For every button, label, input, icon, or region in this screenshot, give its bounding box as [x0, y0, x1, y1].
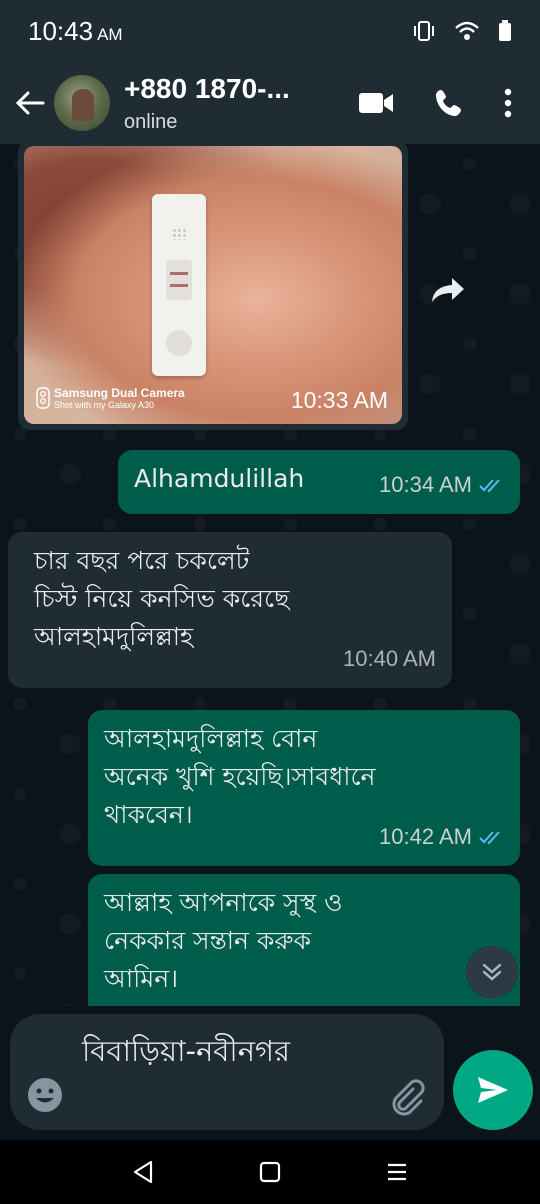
camera-icon — [36, 387, 50, 409]
contact-status: online — [124, 110, 178, 133]
back-arrow-icon — [15, 91, 45, 115]
message-text: Alhamdulillah — [134, 464, 305, 493]
camera-watermark: Samsung Dual Camera Shot with my Galaxy … — [36, 386, 185, 410]
message-meta: 10:40 AM — [343, 640, 436, 678]
status-time-value: 10:43 — [28, 15, 94, 46]
image-time: 10:33 AM — [290, 387, 388, 413]
message-incoming-1[interactable]: চার বছর পরে চকলেট চিস্ট নিয়ে কনসিভ করেছ… — [8, 532, 452, 688]
vibrate-icon — [414, 21, 434, 41]
camera-label: Samsung Dual Camera — [54, 386, 185, 400]
back-button[interactable] — [10, 83, 50, 123]
attach-icon[interactable] — [386, 1076, 426, 1116]
chevron-double-down-icon — [482, 963, 502, 981]
message-line: আমিন। — [104, 964, 179, 993]
message-line: চিস্ট নিয়ে কনসিভ করেছে — [34, 584, 290, 613]
video-call-icon[interactable] — [358, 91, 394, 115]
image-photo[interactable]: Samsung Dual Camera Shot with my Galaxy … — [24, 146, 402, 424]
more-vert-icon[interactable] — [504, 88, 512, 118]
battery-icon — [499, 20, 511, 41]
send-button[interactable] — [453, 1050, 533, 1130]
message-outgoing-1[interactable]: Alhamdulillah 10:34 AM — [118, 450, 520, 514]
message-time: 10:42 AM — [379, 824, 472, 849]
emoji-icon[interactable] — [26, 1076, 64, 1114]
message-line: চার বছর পরে চকলেট — [34, 546, 250, 575]
nav-back-icon[interactable] — [132, 1160, 154, 1184]
contact-name: +880 1870-... — [124, 72, 290, 104]
status-bar: 10:43 AM — [0, 0, 540, 62]
camera-sub: Shot with my Galaxy A30 — [54, 400, 155, 410]
forward-icon — [432, 278, 464, 302]
nav-home-icon[interactable] — [259, 1161, 281, 1183]
scroll-to-bottom-button[interactable] — [466, 946, 518, 998]
header-actions — [358, 88, 530, 118]
system-nav-bar — [0, 1140, 540, 1204]
message-input[interactable]: বিবাড়িয়া-নবীনগর — [82, 1028, 392, 1074]
message-outgoing-2[interactable]: আলহামদুলিল্লাহ বোন অনেক খুশি হয়েছি।সাবধ… — [88, 710, 520, 866]
composer: বিবাড়িয়া-নবীনগর — [0, 1006, 540, 1140]
message-outgoing-3[interactable]: আল্লাহ আপনাকে সুস্থ ও নেককার সন্তান করুক… — [88, 874, 520, 1006]
message-input-container[interactable]: বিবাড়িয়া-নবীনগর — [10, 1014, 444, 1130]
status-time: 10:43 AM — [28, 16, 123, 47]
message-line: আলহামদুলিল্লাহ বোন — [104, 724, 318, 753]
message-time: 10:40 AM — [343, 646, 436, 671]
contact-info[interactable]: +880 1870-... online — [124, 73, 290, 134]
avatar[interactable] — [54, 75, 110, 131]
chat-area[interactable]: Samsung Dual Camera Shot with my Galaxy … — [0, 144, 540, 1006]
status-time-ampm: AM — [97, 24, 123, 44]
phone-icon[interactable] — [434, 88, 464, 118]
forward-button[interactable] — [420, 262, 476, 318]
pregnancy-test-strip — [152, 194, 206, 376]
send-icon — [478, 1077, 508, 1103]
message-line: নেককার সন্তান করুক — [104, 926, 312, 955]
chat-header: +880 1870-... online — [0, 62, 540, 144]
read-ticks-icon — [479, 831, 500, 845]
message-meta: 10:42 AM — [379, 818, 504, 856]
message-time: 10:34 AM — [379, 472, 472, 497]
status-icons — [412, 20, 512, 42]
wifi-icon — [455, 21, 479, 40]
message-line: অনেক খুশি হয়েছি।সাবধানে — [104, 762, 376, 791]
nav-menu-icon[interactable] — [386, 1162, 408, 1182]
read-ticks-icon — [479, 479, 500, 493]
message-meta: 10:34 AM — [379, 466, 504, 504]
message-line: আল্লাহ আপনাকে সুস্থ ও — [104, 888, 343, 917]
image-message[interactable]: Samsung Dual Camera Shot with my Galaxy … — [18, 144, 408, 430]
